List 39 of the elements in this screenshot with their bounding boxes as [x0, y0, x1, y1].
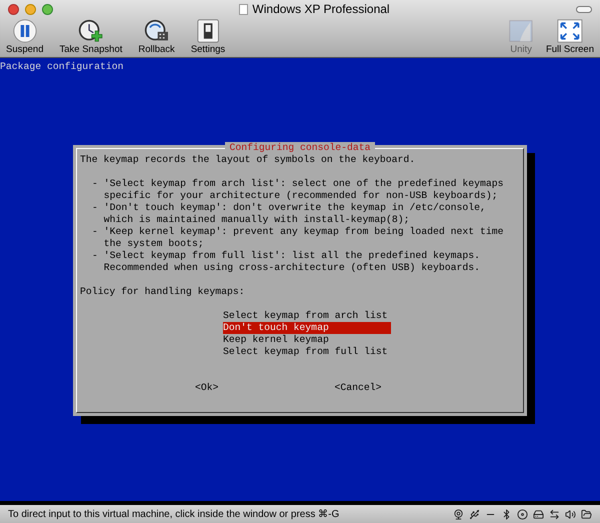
usb-icon[interactable]	[469, 508, 480, 520]
folder-icon[interactable]	[581, 508, 592, 520]
toolbar-button[interactable]: Full Screen	[542, 19, 598, 55]
policy-prompt: Policy for handling keymaps:	[80, 286, 245, 298]
bullet-paragraph: - 'Select keymap from full list': list all the predefined keymaps. Recommended when using cross-architecture (often USB) keyboards.	[91, 250, 480, 274]
window-icon	[508, 19, 534, 43]
keymap-option[interactable]: Select keymap from full list	[223, 346, 391, 358]
pause-icon	[12, 19, 37, 43]
window-title: Windows XP Professional	[252, 1, 390, 18]
bullet-paragraph: - 'Select keymap from arch list': select one of the predefined keymaps specific for your architecture (recommended for non-USB keyboards);	[91, 178, 504, 202]
disc-icon[interactable]	[517, 508, 528, 520]
network-icon[interactable]	[549, 508, 560, 520]
webcam-icon[interactable]	[453, 508, 464, 520]
dialog-title: Configuring console-data	[225, 142, 375, 154]
keymap-option[interactable]: Select keymap from arch list	[223, 310, 391, 322]
keymap-option[interactable]: Don't touch keymap	[223, 322, 391, 334]
fullscreen-icon	[557, 19, 583, 43]
bullet-paragraph: - 'Keep kernel keymap': prevent any keymap from being loaded next time the system boots;	[91, 226, 504, 250]
dialog-description: The keymap records the layout of symbols on the keyboard.	[80, 154, 416, 166]
status-text: To direct input to this virtual machine, click inside the window or press ⌘-G	[8, 508, 340, 522]
switch-icon	[196, 19, 220, 43]
console-heading: Package configuration	[0, 60, 124, 73]
dialog-button[interactable]: <Cancel>	[334, 382, 382, 394]
dialog-button[interactable]: <Ok>	[195, 382, 219, 394]
close-icon[interactable]	[8, 4, 19, 14]
toolbar-toggle-icon[interactable]	[576, 6, 592, 12]
zoom-icon[interactable]	[42, 4, 53, 14]
toolbar-button[interactable]: Settings	[186, 19, 230, 55]
keymap-option[interactable]: Keep kernel keymap	[223, 334, 391, 346]
bullet-paragraph: - 'Don't touch keymap': don't overwrite the keymap in /etc/console, which is maintained manually with install-keymap(8);	[91, 202, 486, 226]
bluetooth-icon[interactable]	[501, 508, 512, 520]
toolbar-button[interactable]: Suspend	[2, 19, 48, 55]
speaker-icon[interactable]	[565, 508, 576, 520]
toolbar-button[interactable]: Rollback	[134, 19, 179, 55]
hard-drive-icon[interactable]	[533, 508, 544, 520]
clock-plus-icon	[78, 19, 104, 43]
toolbar-button[interactable]: Take Snapshot	[56, 19, 126, 55]
document-icon	[239, 4, 248, 14]
clock-grid-icon	[144, 19, 170, 43]
